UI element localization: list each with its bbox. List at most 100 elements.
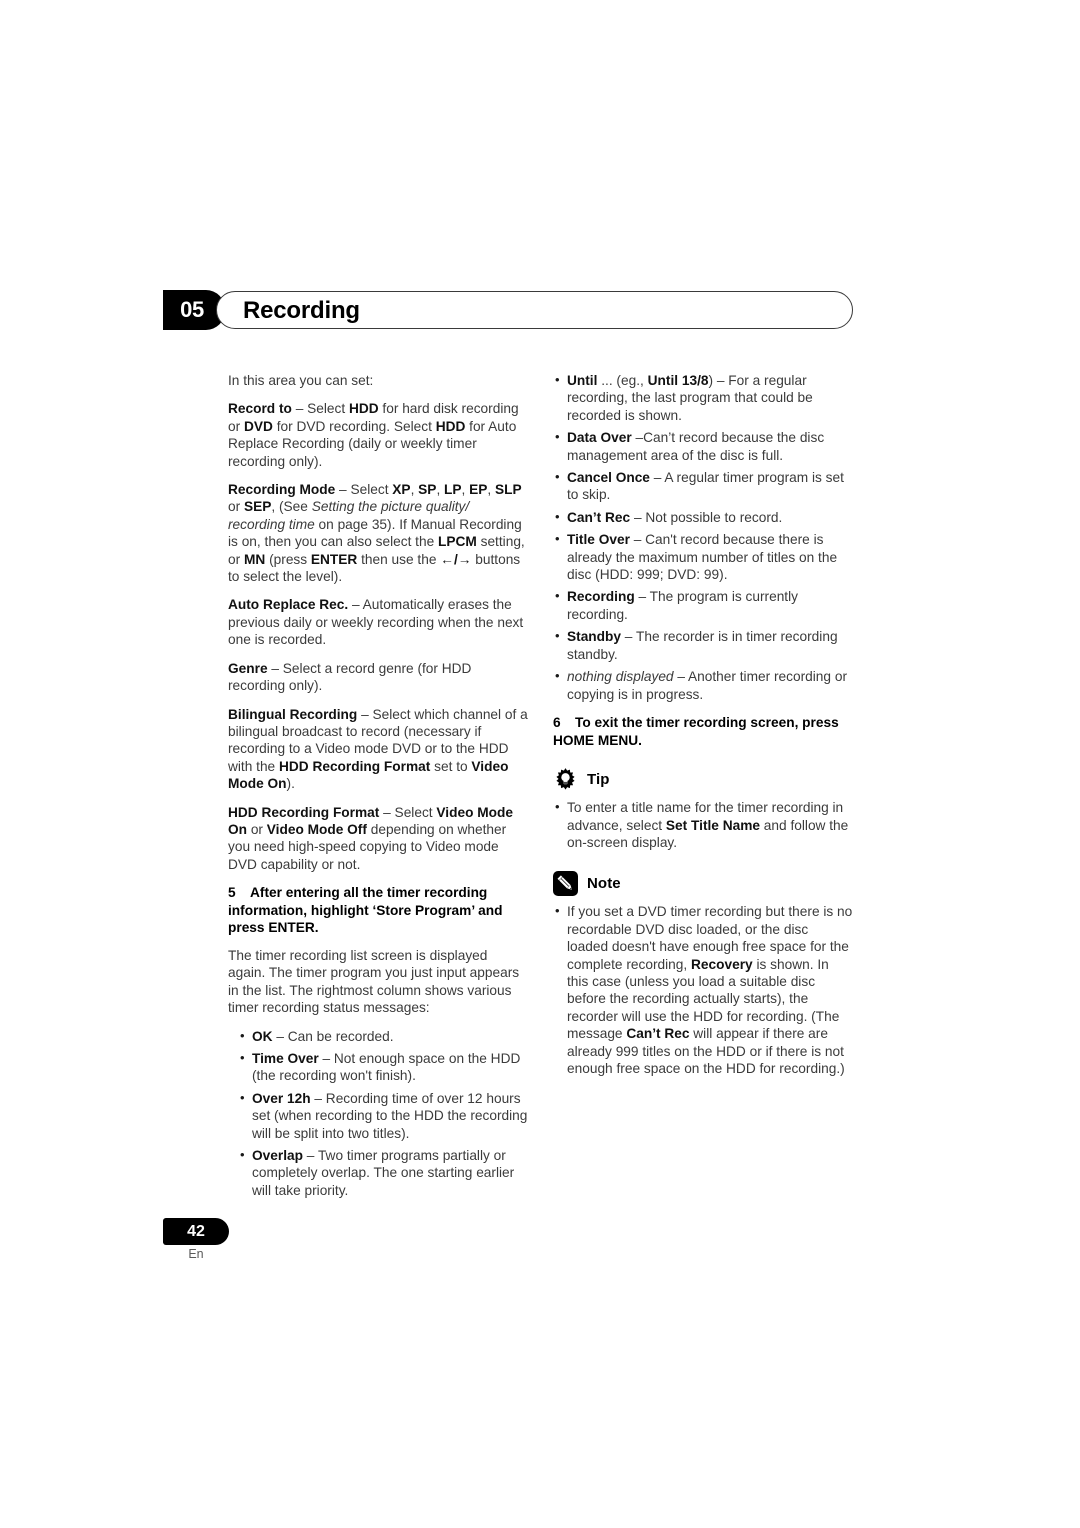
hrf-t2: or (247, 821, 267, 837)
step-5-text: After entering all the timer recording i… (228, 885, 503, 936)
recording-mode-term: Recording Mode (228, 482, 336, 498)
page-header: 05 Recording (163, 290, 853, 330)
status-term-title-over: Title Over (567, 532, 630, 548)
status-message-list-right: Until ... (eg., Until 13/8) – For a regu… (553, 371, 853, 703)
list-item: Can’t Rec – Not possible to record. (553, 508, 853, 526)
step-5-number: 5 (228, 885, 236, 901)
step-6-number: 6 (553, 714, 561, 730)
mode-mn: MN (243, 551, 266, 567)
status-term-data-over: Data Over (567, 430, 632, 446)
intro-paragraph: In this area you can set: (228, 373, 374, 388)
hdd-recording-format-ref: HDD Recording Format (278, 758, 431, 774)
auto-replace-paragraph: Auto Replace Rec. – Automatically erases… (228, 596, 528, 648)
status-term-over-12h: Over 12h (252, 1090, 311, 1106)
status-term-time-over: Time Over (252, 1050, 319, 1066)
hdd-recording-format-paragraph: HDD Recording Format – Select Video Mode… (228, 804, 528, 874)
genre-term: Genre (228, 660, 268, 676)
note-callout-header: Note (553, 871, 853, 897)
page-number-badge: 42 (163, 1218, 229, 1245)
record-to-term: Record to (228, 401, 292, 417)
record-to-paragraph: Record to – Select HDD for hard disk rec… (228, 400, 528, 470)
recording-mode-paragraph: Recording Mode – Select XP, SP, LP, EP , … (228, 481, 528, 585)
status-text-ok: – Can be recorded. (272, 1028, 394, 1044)
status-term-standby: Standby (567, 629, 621, 645)
status-term-until: Until (567, 373, 598, 388)
list-item: To enter a title name for the timer reco… (553, 798, 853, 851)
bil-t3: ). (286, 776, 295, 792)
status-term-ok: OK (252, 1028, 273, 1044)
record-to-text-1: – Select (291, 401, 349, 417)
list-item: Until ... (eg., Until 13/8) – For a regu… (553, 371, 853, 424)
list-item: If you set a DVD timer recording but the… (553, 902, 853, 1077)
note-list: If you set a DVD timer recording but the… (553, 902, 853, 1077)
page-title: Recording (243, 297, 360, 324)
left-column: In this area you can set: Record to – Se… (228, 372, 528, 1210)
manual-page: 05 Recording In this area you can set: R… (0, 0, 1080, 1528)
rm-t5: , (487, 482, 496, 498)
step-5-body-paragraph: The timer recording list screen is displ… (228, 947, 520, 1016)
until-t1: ... (eg., (597, 373, 648, 388)
step-6-text: To exit the timer recording screen, pres… (553, 714, 839, 748)
mode-lp: LP (444, 482, 462, 498)
list-item: Overlap – Two timer programs partially o… (228, 1146, 528, 1199)
mode-sp: SP (418, 482, 437, 498)
status-term-recording: Recording (567, 589, 635, 605)
video-mode-off-option: Video Mode Off (266, 821, 367, 837)
bilingual-paragraph: Bilingual Recording – Select which chann… (228, 706, 528, 793)
record-to-dvd: DVD (243, 418, 273, 434)
list-item: Cancel Once – A regular timer program is… (553, 468, 853, 504)
record-to-hdd-1: HDD (348, 401, 379, 417)
mode-xp: XP (392, 482, 411, 498)
lightbulb-icon (553, 767, 578, 792)
rm-t4: , (461, 482, 470, 498)
rm-t6: or (228, 499, 244, 515)
tip-list: To enter a title name for the timer reco… (553, 798, 853, 851)
list-item: Data Over –Can’t record because the disc… (553, 428, 853, 464)
auto-replace-term: Auto Replace Rec. (228, 597, 349, 613)
genre-paragraph: Genre – Select a record genre (for HDD r… (228, 660, 528, 695)
chapter-number: 05 (180, 297, 204, 322)
list-item: Standby – The recorder is in timer recor… (553, 627, 853, 663)
page-language-code: En (188, 1247, 204, 1261)
mode-sep: SEP (243, 499, 272, 515)
step-6-heading: 6 To exit the timer recording screen, pre… (553, 714, 853, 749)
bil-t2: set to (430, 758, 472, 774)
mode-ep: EP (469, 482, 488, 498)
pencil-icon (553, 871, 578, 897)
cant-rec-message: Can’t Rec (626, 1026, 690, 1042)
hdd-rec-format-term: HDD Recording Format (228, 804, 380, 820)
list-item: nothing displayed – Another timer record… (553, 667, 853, 703)
status-text-cant-rec: – Not possible to record. (630, 509, 783, 525)
record-to-hdd-2: HDD (435, 418, 466, 434)
status-message-list-left: OK – Can be recorded. Time Over – Not en… (228, 1027, 528, 1200)
enter-key-label: ENTER (310, 551, 358, 567)
record-to-text-3: for DVD recording. Select (272, 418, 436, 434)
rm-t10: (press (265, 551, 311, 567)
status-term-until-example: Until 13/8 (647, 373, 709, 388)
step-5-heading: 5 After entering all the timer recording … (228, 884, 528, 937)
chapter-title-pill: Recording (216, 291, 853, 329)
list-item: OK – Can be recorded. (228, 1027, 528, 1045)
mode-lpcm: LPCM (438, 534, 477, 550)
rm-t11: then use the (357, 551, 441, 567)
rm-t7: , (See (271, 499, 312, 515)
list-item: Over 12h – Recording time of over 12 hou… (228, 1089, 528, 1142)
list-item: Recording – The program is currently rec… (553, 587, 853, 623)
list-item: Title Over – Can't record because there … (553, 530, 853, 583)
tip-callout-header: Tip (553, 767, 853, 792)
left-right-arrows-icon: ←/→ (440, 551, 472, 567)
right-column: Until ... (eg., Until 13/8) – For a regu… (553, 371, 853, 1088)
tip-label: Tip (587, 770, 610, 788)
list-item: Time Over – Not enough space on the HDD … (228, 1049, 528, 1085)
rm-t3: , (436, 482, 445, 498)
rm-t1: – Select (335, 482, 393, 498)
recovery-message: Recovery (691, 956, 753, 972)
hrf-t1: – Select (379, 804, 437, 820)
status-term-nothing-displayed: nothing displayed (567, 669, 674, 685)
status-term-cancel-once: Cancel Once (567, 470, 650, 486)
bilingual-term: Bilingual Recording (228, 706, 358, 722)
note-label: Note (587, 875, 621, 893)
status-term-overlap: Overlap (252, 1148, 303, 1163)
set-title-name-option: Set Title Name (665, 817, 760, 833)
mode-slp: SLP (495, 482, 522, 498)
